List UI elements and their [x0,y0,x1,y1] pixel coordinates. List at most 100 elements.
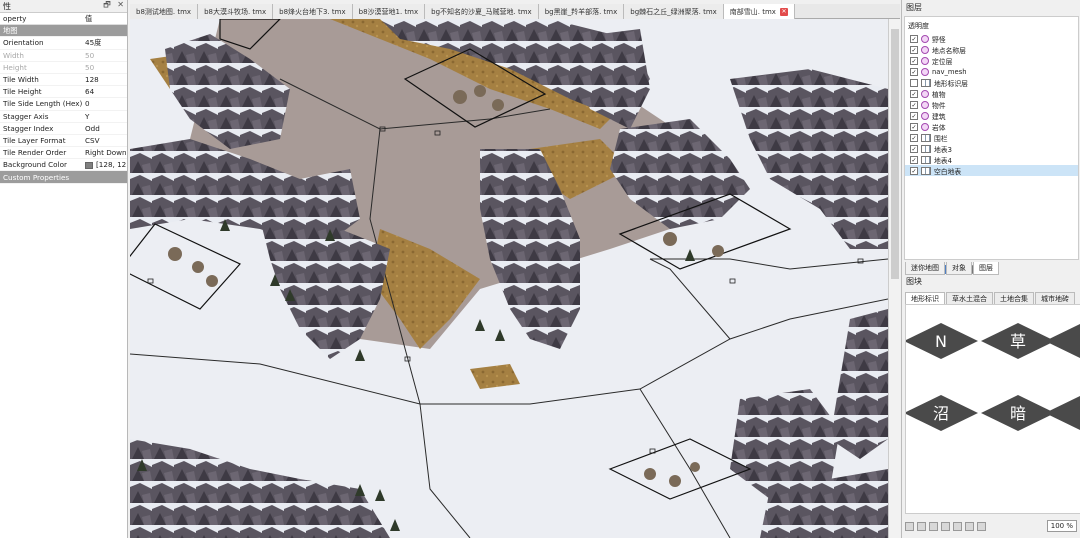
property-row[interactable]: Tile Height 64 [0,86,127,99]
map-vertical-scrollbar[interactable] [888,19,900,538]
close-panel-icon[interactable]: ✕ [117,0,124,9]
zoom-out-icon[interactable] [977,521,986,531]
property-group-custom[interactable]: Custom Properties [0,171,127,184]
property-value[interactable]: 45度 [84,38,127,48]
property-key: Tile Layer Format [3,135,66,145]
map-canvas[interactable] [130,19,888,538]
terrain-tile[interactable] [1045,395,1080,431]
object-layer-icon [921,34,929,43]
property-row[interactable]: Width 50 [0,50,127,62]
property-row-background-color[interactable]: Background Color [128, 12 [0,159,127,172]
layer-item[interactable]: ✓ 地表3 [905,143,1078,154]
property-row[interactable]: Stagger Index Odd [0,123,127,135]
layer-name: 地表4 [934,156,952,165]
tile-layer-icon [921,155,931,164]
tileset-view[interactable]: N 草沼 暗 [905,304,1080,514]
terrain-tile[interactable]: 沼 [906,395,978,431]
layer-item[interactable]: ✓ nav_mesh [905,66,1078,77]
zoom-select[interactable]: 100 % [1046,520,1077,532]
layers-title: 图层 [906,3,922,12]
terrain-tile[interactable]: N [906,323,978,359]
tiled-editor-window: 性 🗗 ✕ operty 值 地图 Orientation 45度 Width 50 H… [0,0,1080,538]
layer-visibility-checkbox[interactable]: ✓ [910,133,918,142]
layer-visibility-checkbox[interactable]: ✓ [910,155,918,164]
property-row[interactable]: Tile Width 128 [0,74,127,87]
layer-item[interactable]: ✓ 地点名称层 [905,44,1078,55]
layer-visibility-checkbox[interactable] [910,78,918,87]
property-row[interactable]: Tile Render Order Right Down [0,147,127,160]
layer-item[interactable]: ✓ 物件 [905,99,1078,110]
property-row[interactable]: Stagger Axis Y [0,111,127,123]
property-value[interactable]: 128 [84,75,127,84]
map-render [130,19,888,538]
bottom-tab[interactable]: 迷你地图 [905,262,945,275]
layer-visibility-checkbox[interactable]: ✓ [910,111,918,120]
edit-tileset-icon[interactable] [941,521,950,531]
layer-item[interactable]: ✓ 空白地表 [905,165,1078,176]
import-tileset-icon[interactable] [917,521,926,531]
property-value[interactable]: 50 [84,51,127,60]
property-value[interactable]: Y [84,112,127,121]
property-key: Tile Render Order [3,148,67,158]
layer-item[interactable]: ✓ 植物 [905,88,1078,99]
layer-item[interactable]: 地形标识层 [905,77,1078,88]
property-value[interactable]: 64 [84,87,127,96]
layer-visibility-checkbox[interactable]: ✓ [910,100,918,109]
close-tab-icon[interactable]: ✕ [779,7,788,16]
layer-item[interactable]: ✓ 建筑 [905,110,1078,121]
terrain-tile[interactable] [1045,323,1080,359]
property-row[interactable]: Tile Layer Format CSV [0,135,127,148]
document-tab-bar: b8测试地图. tmx b8大漠斗牧场. tmx b8烽火台地下3. tmx b8沙漠… [130,4,900,19]
document-tab[interactable]: b8沙漠营地1. tmx [352,4,426,19]
document-tab[interactable]: bg不知名的沙夏_马贼营地. tmx [425,4,539,19]
property-value[interactable]: 0 [84,99,127,108]
layer-item[interactable]: ✓ 岩体 [905,121,1078,132]
tile-glyph: 沼 [933,404,949,423]
bottom-tab[interactable]: 图层 [973,262,999,275]
document-tab[interactable]: bg黑崖_羚羊部落. tmx [538,4,625,19]
layer-item[interactable]: ✓ 地表4 [905,154,1078,165]
zoom-in-icon[interactable] [965,521,974,531]
document-tab[interactable]: b8烽火台地下3. tmx [273,4,353,19]
document-tab[interactable]: b8测试地图. tmx [130,4,199,19]
terrain-tile[interactable]: 草 [981,323,1055,359]
property-value[interactable]: [128, 12 [84,160,127,169]
property-value[interactable]: CSV [84,136,127,145]
remove-tileset-icon[interactable] [953,521,962,531]
property-row[interactable]: Orientation 45度 [0,37,127,50]
terrain-tile[interactable]: 暗 [981,395,1055,431]
property-group-map[interactable]: 地图 [0,25,127,38]
layer-item[interactable]: ✓ 定位层 [905,55,1078,66]
layer-visibility-checkbox[interactable]: ✓ [910,34,918,43]
layer-item[interactable]: ✓ 围栏 [905,132,1078,143]
bottom-tab[interactable]: 对象 [946,262,972,275]
layer-name: 定位层 [932,57,953,66]
document-tab[interactable]: bg棘石之丘_绿洲聚落. tmx [624,4,724,19]
export-tileset-icon[interactable] [929,521,938,531]
tile-glyph: N [935,332,947,351]
float-panel-icon[interactable]: 🗗 [103,0,111,9]
layer-visibility-checkbox[interactable]: ✓ [910,122,918,131]
tileset-toolbar: 100 % [905,516,1080,536]
property-value[interactable]: Odd [84,124,127,133]
layer-visibility-checkbox[interactable]: ✓ [910,56,918,65]
tile-layer-icon [921,166,931,175]
layer-item[interactable]: ✓ 野怪 [905,33,1078,44]
property-value[interactable]: 50 [84,63,127,72]
layer-visibility-checkbox[interactable]: ✓ [910,144,918,153]
property-key: Tile Side Length (Hex) [3,99,83,109]
property-key: Height [3,62,27,72]
property-value[interactable]: Right Down [84,148,127,157]
tab-label: bg棘石之丘_绿洲聚落. tmx [630,7,717,16]
property-row[interactable]: Tile Side Length (Hex) 0 [0,98,127,111]
document-tab[interactable]: b8大漠斗牧场. tmx [198,4,274,19]
tile-layer-icon [921,144,931,153]
new-tileset-icon[interactable] [905,521,914,531]
property-row[interactable]: Height 50 [0,62,127,74]
scrollbar-thumb[interactable] [891,29,899,279]
layer-visibility-checkbox[interactable]: ✓ [910,166,918,175]
layer-visibility-checkbox[interactable]: ✓ [910,67,918,76]
layer-visibility-checkbox[interactable]: ✓ [910,89,918,98]
layer-visibility-checkbox[interactable]: ✓ [910,45,918,54]
document-tab[interactable]: 南部雪山. tmx ✕ [723,4,795,19]
